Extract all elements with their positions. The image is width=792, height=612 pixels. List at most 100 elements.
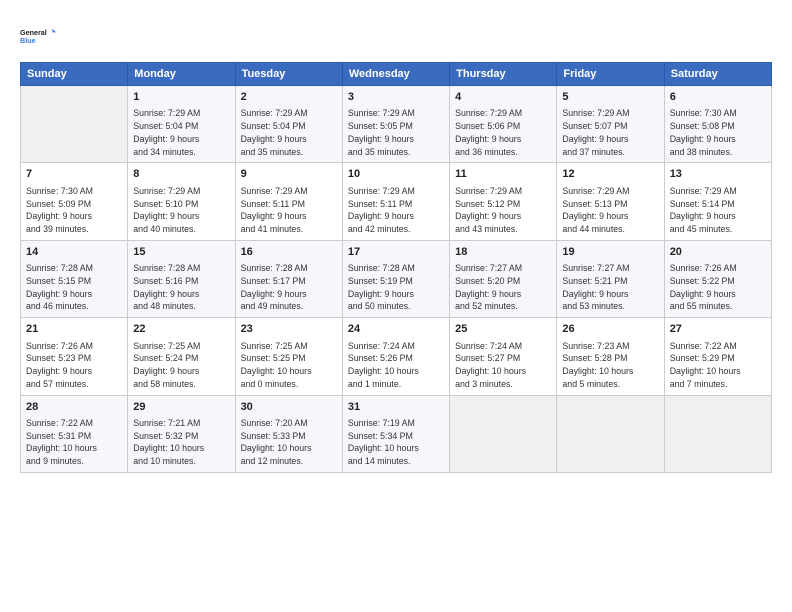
day-info: Sunrise: 7:19 AM Sunset: 5:34 PM Dayligh… (348, 417, 444, 468)
day-number: 18 (455, 245, 551, 260)
calendar-cell: 28 Sunrise: 7:22 AM Sunset: 5:31 PM Dayli… (21, 395, 128, 472)
header-cell-friday: Friday (557, 63, 664, 86)
calendar-cell (450, 395, 557, 472)
calendar-cell: 1Sunrise: 7:29 AM Sunset: 5:04 PM Daylig… (128, 86, 235, 163)
day-info: Sunrise: 7:28 AM Sunset: 5:15 PM Dayligh… (26, 262, 122, 313)
calendar-cell: 22 Sunrise: 7:25 AM Sunset: 5:24 PM Dayli… (128, 318, 235, 395)
calendar-cell: 23 Sunrise: 7:25 AM Sunset: 5:25 PM Dayli… (235, 318, 342, 395)
calendar-cell: 6Sunrise: 7:30 AM Sunset: 5:08 PM Daylig… (664, 86, 771, 163)
calendar-cell: 20Sunrise: 7:26 AM Sunset: 5:22 PM Dayli… (664, 240, 771, 317)
day-info: Sunrise: 7:22 AM Sunset: 5:29 PM Dayligh… (670, 340, 766, 391)
day-info: Sunrise: 7:28 AM Sunset: 5:17 PM Dayligh… (241, 262, 337, 313)
day-info: Sunrise: 7:26 AM Sunset: 5:23 PM Dayligh… (26, 340, 122, 391)
day-info: Sunrise: 7:29 AM Sunset: 5:13 PM Dayligh… (562, 185, 658, 236)
calendar-header: SundayMondayTuesdayWednesdayThursdayFrid… (21, 63, 772, 86)
day-info: Sunrise: 7:28 AM Sunset: 5:16 PM Dayligh… (133, 262, 229, 313)
calendar-cell: 29Sunrise: 7:21 AM Sunset: 5:32 PM Dayli… (128, 395, 235, 472)
calendar-cell: 25Sunrise: 7:24 AM Sunset: 5:27 PM Dayli… (450, 318, 557, 395)
calendar-cell: 7 Sunrise: 7:30 AM Sunset: 5:09 PM Daylig… (21, 163, 128, 240)
calendar-table: SundayMondayTuesdayWednesdayThursdayFrid… (20, 62, 772, 473)
day-number: 25 (455, 322, 551, 337)
week-row-4: 21 Sunrise: 7:26 AM Sunset: 5:23 PM Dayli… (21, 318, 772, 395)
calendar-cell: 17 Sunrise: 7:28 AM Sunset: 5:19 PM Dayli… (342, 240, 449, 317)
day-number: 20 (670, 245, 766, 260)
logo-svg: General Blue (20, 18, 56, 54)
calendar-cell (21, 86, 128, 163)
day-info: Sunrise: 7:29 AM Sunset: 5:04 PM Dayligh… (241, 107, 337, 158)
day-info: Sunrise: 7:28 AM Sunset: 5:19 PM Dayligh… (348, 262, 444, 313)
day-number: 30 (241, 400, 337, 415)
day-number: 28 (26, 400, 122, 415)
calendar-cell: 11Sunrise: 7:29 AM Sunset: 5:12 PM Dayli… (450, 163, 557, 240)
week-row-3: 14 Sunrise: 7:28 AM Sunset: 5:15 PM Dayli… (21, 240, 772, 317)
day-info: Sunrise: 7:29 AM Sunset: 5:07 PM Dayligh… (562, 107, 658, 158)
day-info: Sunrise: 7:22 AM Sunset: 5:31 PM Dayligh… (26, 417, 122, 468)
day-number: 7 (26, 167, 122, 182)
calendar-cell: 19Sunrise: 7:27 AM Sunset: 5:21 PM Dayli… (557, 240, 664, 317)
calendar-cell: 24 Sunrise: 7:24 AM Sunset: 5:26 PM Dayli… (342, 318, 449, 395)
header-cell-sunday: Sunday (21, 63, 128, 86)
day-info: Sunrise: 7:29 AM Sunset: 5:14 PM Dayligh… (670, 185, 766, 236)
day-number: 22 (133, 322, 229, 337)
day-number: 3 (348, 90, 444, 105)
day-number: 17 (348, 245, 444, 260)
day-info: Sunrise: 7:25 AM Sunset: 5:25 PM Dayligh… (241, 340, 337, 391)
day-info: Sunrise: 7:23 AM Sunset: 5:28 PM Dayligh… (562, 340, 658, 391)
day-number: 21 (26, 322, 122, 337)
week-row-5: 28 Sunrise: 7:22 AM Sunset: 5:31 PM Dayli… (21, 395, 772, 472)
day-number: 24 (348, 322, 444, 337)
svg-text:Blue: Blue (20, 36, 36, 45)
header-cell-saturday: Saturday (664, 63, 771, 86)
day-info: Sunrise: 7:29 AM Sunset: 5:11 PM Dayligh… (348, 185, 444, 236)
calendar-cell: 31Sunrise: 7:19 AM Sunset: 5:34 PM Dayli… (342, 395, 449, 472)
calendar-cell: 9Sunrise: 7:29 AM Sunset: 5:11 PM Daylig… (235, 163, 342, 240)
day-info: Sunrise: 7:27 AM Sunset: 5:21 PM Dayligh… (562, 262, 658, 313)
calendar-cell (664, 395, 771, 472)
day-number: 2 (241, 90, 337, 105)
week-row-2: 7 Sunrise: 7:30 AM Sunset: 5:09 PM Daylig… (21, 163, 772, 240)
day-number: 8 (133, 167, 229, 182)
header-cell-wednesday: Wednesday (342, 63, 449, 86)
logo: General Blue (20, 18, 56, 54)
day-info: Sunrise: 7:29 AM Sunset: 5:10 PM Dayligh… (133, 185, 229, 236)
day-number: 26 (562, 322, 658, 337)
calendar-cell: 27 Sunrise: 7:22 AM Sunset: 5:29 PM Dayli… (664, 318, 771, 395)
header-area: General Blue (20, 18, 772, 54)
svg-text:General: General (20, 28, 47, 37)
day-number: 27 (670, 322, 766, 337)
calendar-cell: 3Sunrise: 7:29 AM Sunset: 5:05 PM Daylig… (342, 86, 449, 163)
calendar-cell: 18Sunrise: 7:27 AM Sunset: 5:20 PM Dayli… (450, 240, 557, 317)
calendar-cell: 15 Sunrise: 7:28 AM Sunset: 5:16 PM Dayli… (128, 240, 235, 317)
day-number: 14 (26, 245, 122, 260)
day-number: 5 (562, 90, 658, 105)
day-number: 10 (348, 167, 444, 182)
day-info: Sunrise: 7:30 AM Sunset: 5:09 PM Dayligh… (26, 185, 122, 236)
header-cell-tuesday: Tuesday (235, 63, 342, 86)
day-info: Sunrise: 7:24 AM Sunset: 5:26 PM Dayligh… (348, 340, 444, 391)
day-info: Sunrise: 7:20 AM Sunset: 5:33 PM Dayligh… (241, 417, 337, 468)
page: General Blue SundayMondayTuesdayWednesda… (0, 0, 792, 612)
day-number: 16 (241, 245, 337, 260)
calendar-cell: 10 Sunrise: 7:29 AM Sunset: 5:11 PM Dayli… (342, 163, 449, 240)
calendar-cell (557, 395, 664, 472)
calendar-cell: 2 Sunrise: 7:29 AM Sunset: 5:04 PM Daylig… (235, 86, 342, 163)
calendar-cell: 26 Sunrise: 7:23 AM Sunset: 5:28 PM Dayli… (557, 318, 664, 395)
calendar-body: 1 Sunrise: 7:29 AM Sunset: 5:04 PM Daylig… (21, 86, 772, 473)
header-cell-thursday: Thursday (450, 63, 557, 86)
day-info: Sunrise: 7:29 AM Sunset: 5:12 PM Dayligh… (455, 185, 551, 236)
calendar-cell: 16 Sunrise: 7:28 AM Sunset: 5:17 PM Dayli… (235, 240, 342, 317)
day-number: 9 (241, 167, 337, 182)
day-number: 23 (241, 322, 337, 337)
day-number: 15 (133, 245, 229, 260)
calendar-cell: 5 Sunrise: 7:29 AM Sunset: 5:07 PM Daylig… (557, 86, 664, 163)
day-info: Sunrise: 7:29 AM Sunset: 5:06 PM Dayligh… (455, 107, 551, 158)
day-number: 4 (455, 90, 551, 105)
header-cell-monday: Monday (128, 63, 235, 86)
day-number: 1 (133, 90, 229, 105)
day-info: Sunrise: 7:25 AM Sunset: 5:24 PM Dayligh… (133, 340, 229, 391)
day-number: 6 (670, 90, 766, 105)
calendar-cell: 30 Sunrise: 7:20 AM Sunset: 5:33 PM Dayli… (235, 395, 342, 472)
day-number: 12 (562, 167, 658, 182)
calendar-cell: 14 Sunrise: 7:28 AM Sunset: 5:15 PM Dayli… (21, 240, 128, 317)
day-number: 13 (670, 167, 766, 182)
